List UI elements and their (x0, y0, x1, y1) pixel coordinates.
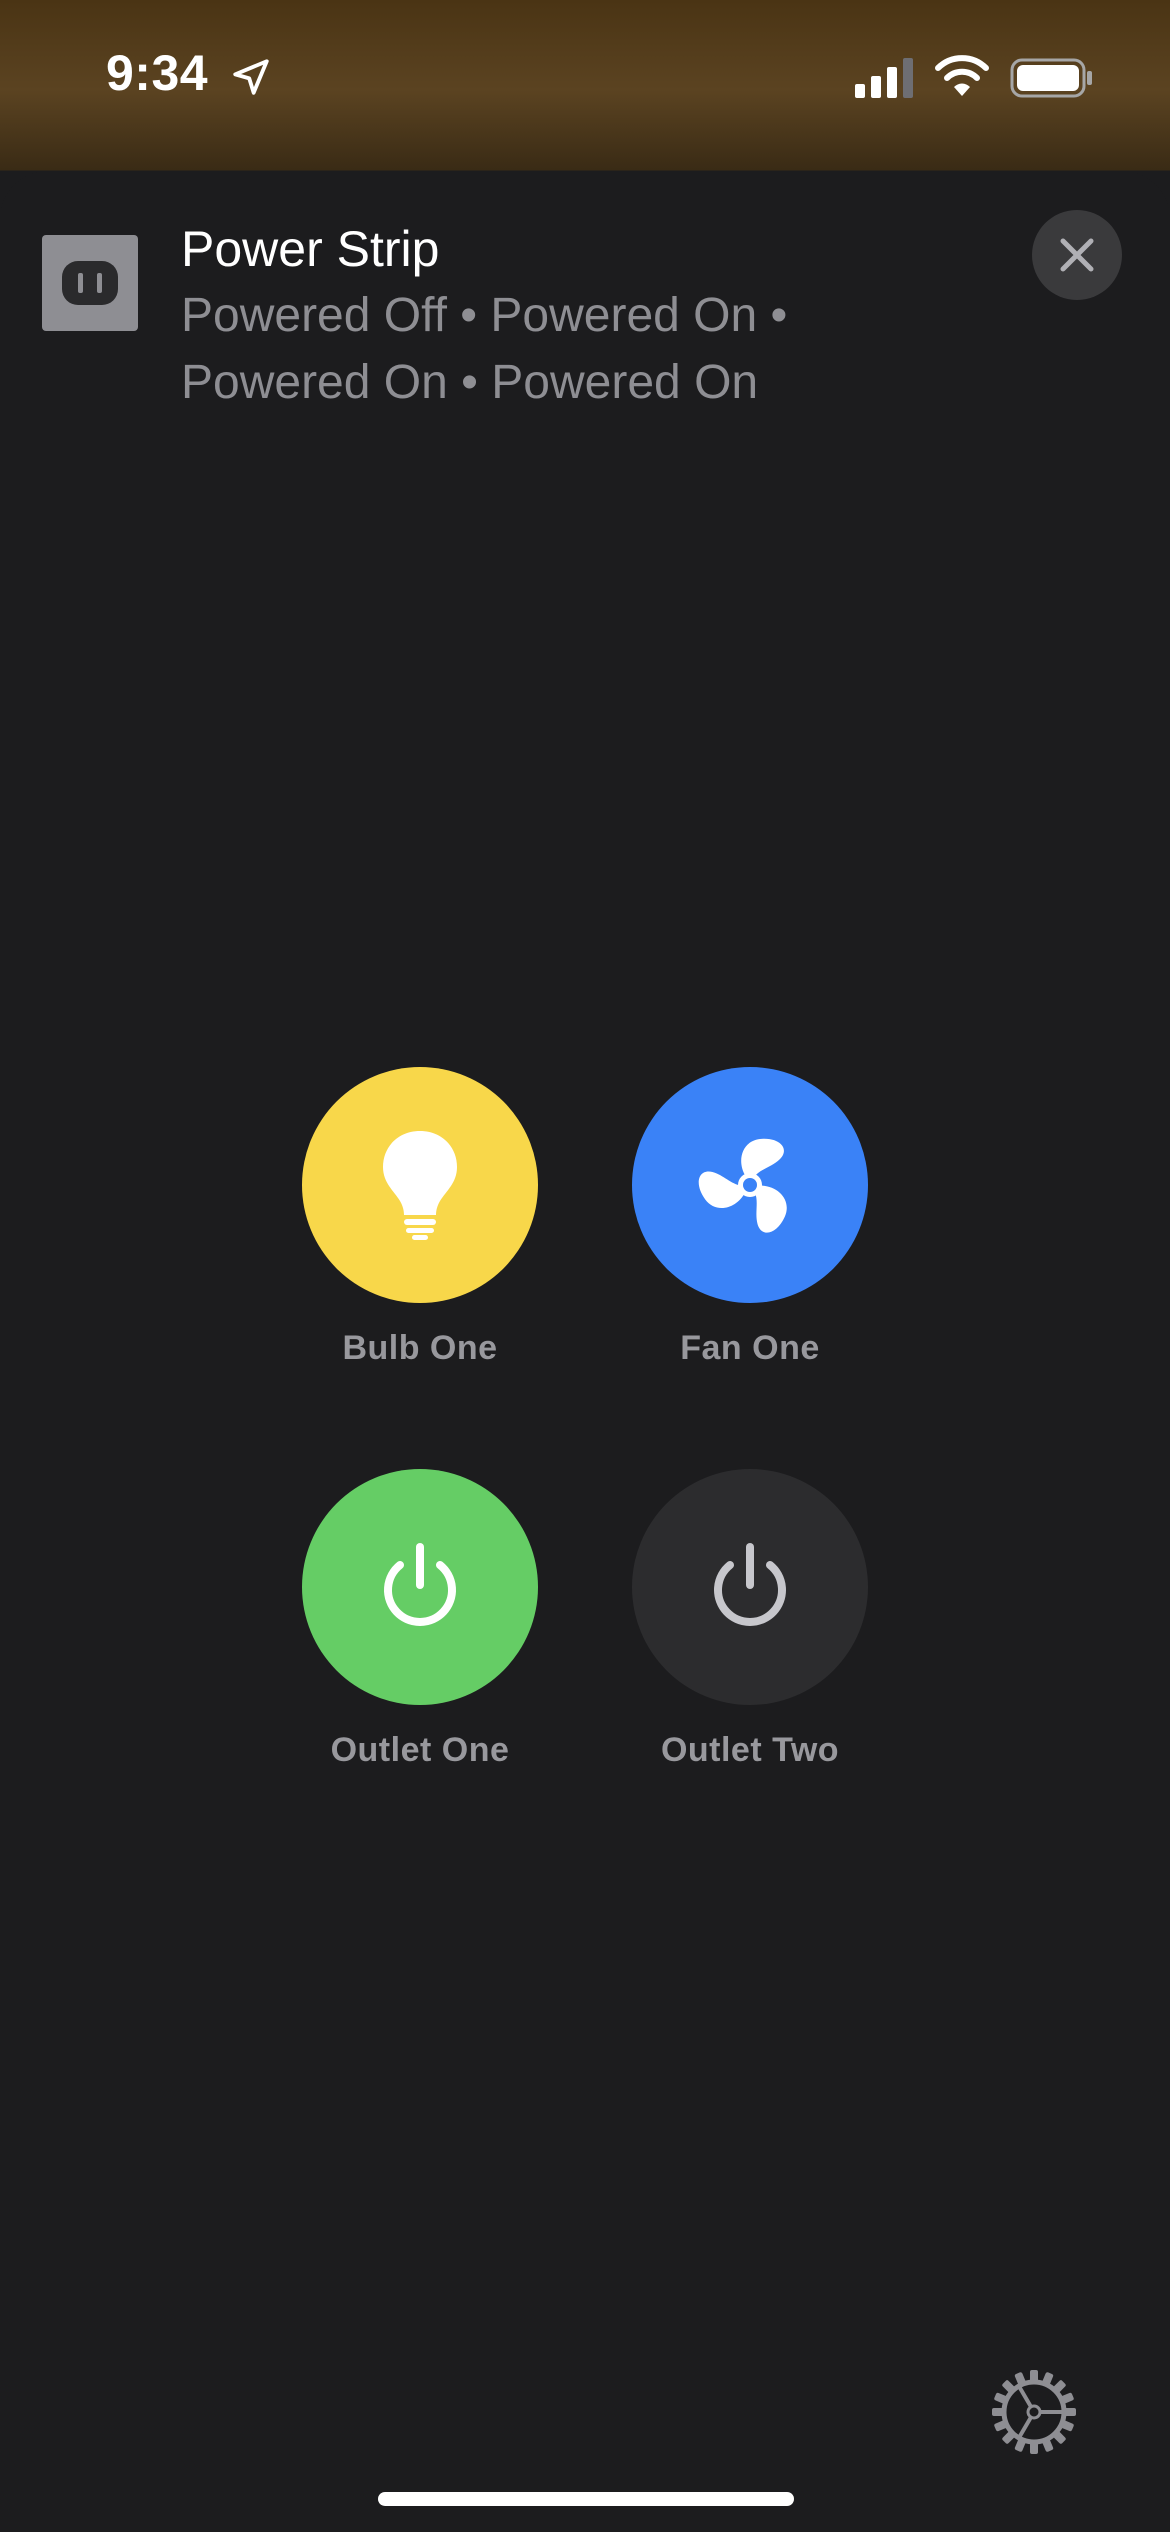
tile-label: Fan One (680, 1329, 820, 1367)
status-time: 9:34 (106, 45, 209, 101)
tile-outlet-one[interactable]: Outlet One (302, 1469, 538, 1770)
fan-toggle-button[interactable] (632, 1067, 868, 1303)
wifi-icon (935, 55, 989, 96)
tile-outlet-two[interactable]: Outlet Two (632, 1469, 868, 1770)
cellular-signal-icon (855, 58, 913, 98)
tile-fan-one[interactable]: Fan One (632, 1067, 868, 1368)
tile-bulb-one[interactable]: Bulb One (302, 1067, 538, 1368)
accessory-title: Power Strip (181, 221, 440, 277)
location-arrow-icon (233, 59, 269, 95)
power-outlet-icon (42, 235, 138, 331)
tile-label: Outlet Two (660, 1731, 840, 1769)
status-bar: 9:34 (0, 0, 1170, 160)
battery-icon (1010, 58, 1092, 98)
close-button[interactable] (1032, 210, 1122, 300)
fan-icon (698, 1138, 787, 1233)
power-icon (384, 1543, 456, 1626)
home-indicator[interactable] (378, 2492, 794, 2506)
accessory-status: Powered Off • Powered On • Powered On • … (181, 289, 788, 409)
bulb-toggle-button[interactable] (302, 1067, 538, 1303)
outlet-two-toggle-button[interactable] (632, 1469, 868, 1705)
power-icon (714, 1543, 786, 1626)
close-icon (1060, 238, 1094, 272)
outlet-one-toggle-button[interactable] (302, 1469, 538, 1705)
gear-icon[interactable] (990, 2368, 1078, 2456)
lightbulb-icon (383, 1131, 457, 1240)
